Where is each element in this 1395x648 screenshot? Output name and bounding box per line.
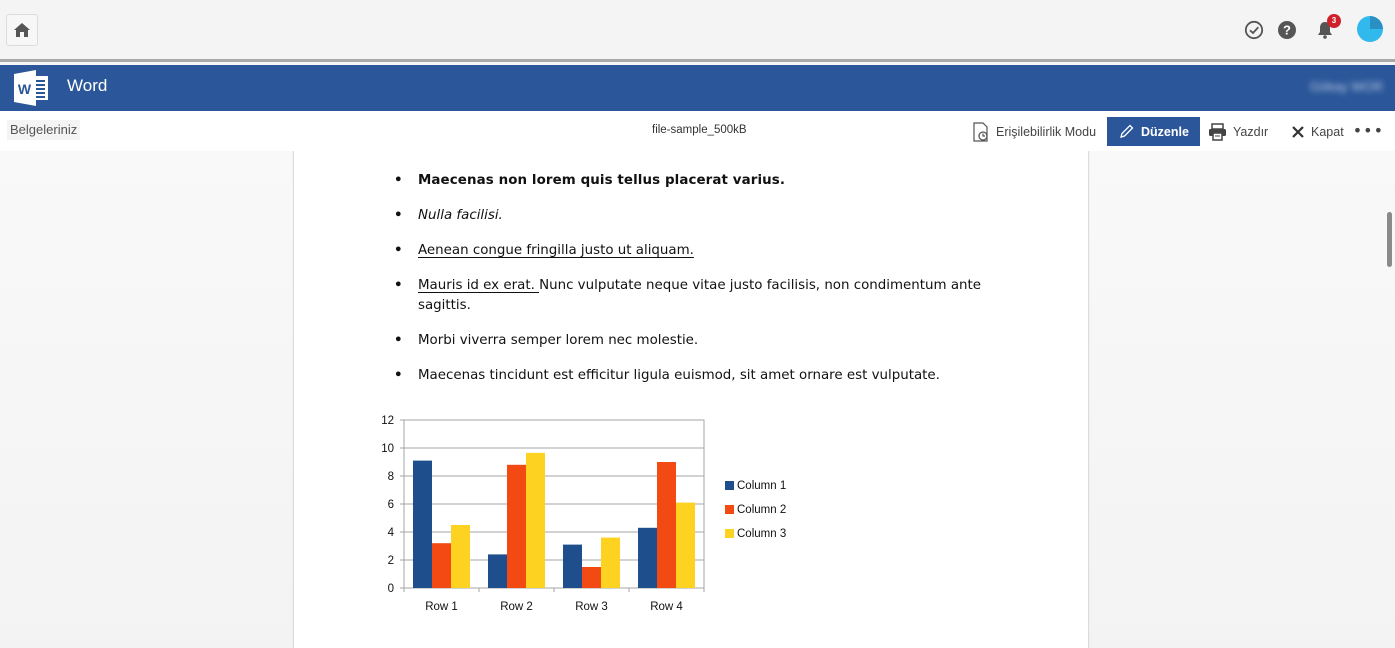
y-tick-label: 0 — [388, 583, 394, 595]
list-item-underlined-text: Mauris id ex erat. — [418, 278, 540, 293]
list-item-text: Maecenas non lorem quis tellus placerat … — [418, 173, 786, 188]
bar-column-3-row-2 — [526, 452, 545, 588]
print-button[interactable]: Yazdır — [1208, 117, 1268, 146]
x-tick-label: Row 1 — [425, 601, 458, 613]
bar-column-1-row-1 — [413, 460, 432, 588]
accessibility-document-icon — [973, 121, 988, 142]
bar-column-2-row-1 — [432, 543, 451, 588]
y-tick-label: 12 — [381, 415, 394, 427]
top-bar: ? 3 — [0, 0, 1395, 62]
x-tick-label: Row 4 — [650, 601, 683, 613]
pencil-icon — [1120, 124, 1134, 138]
list-item-text: Aenean congue fringilla justo ut aliquam… — [418, 243, 694, 258]
close-label: Kapat — [1311, 124, 1344, 139]
breadcrumb-documents[interactable]: Belgeleriniz — [7, 120, 81, 140]
app-name: Word — [67, 76, 108, 95]
bar-column-1-row-3 — [563, 544, 582, 588]
avatar[interactable] — [1357, 16, 1383, 42]
legend-swatch — [725, 529, 734, 538]
app-bar: W Word Gökay WOR — [0, 65, 1395, 111]
legend-swatch — [725, 481, 734, 490]
y-tick-label: 8 — [388, 471, 394, 483]
legend-swatch — [725, 505, 734, 514]
list-item: Aenean congue fringilla justo ut aliquam… — [394, 241, 1014, 261]
check-circle-icon[interactable] — [1244, 20, 1264, 40]
list-item: Morbi viverra semper lorem nec molestie. — [394, 331, 1014, 351]
list-item: Maecenas non lorem quis tellus placerat … — [394, 171, 1014, 191]
bar-column-3-row-4 — [676, 502, 695, 588]
bar-column-2-row-4 — [657, 462, 676, 588]
document-title: file-sample_500kB — [652, 124, 747, 136]
accessibility-mode-label: Erişilebilirlik Modu — [996, 124, 1097, 139]
home-icon — [14, 23, 30, 37]
close-icon — [1292, 125, 1304, 138]
accessibility-mode-button[interactable]: Erişilebilirlik Modu — [972, 117, 1096, 146]
user-name[interactable]: Gökay WOR — [1310, 79, 1383, 94]
document-page: Maecenas non lorem quis tellus placerat … — [293, 151, 1089, 648]
x-tick-label: Row 2 — [500, 601, 533, 613]
x-tick-label: Row 3 — [575, 601, 608, 613]
list-item-text: Maecenas tincidunt est efficitur ligula … — [418, 368, 940, 383]
svg-text:?: ? — [1283, 23, 1291, 38]
list-item: Maecenas tincidunt est efficitur ligula … — [394, 366, 1014, 386]
list-item: Nulla facilisi. — [394, 206, 1014, 226]
bar-column-1-row-2 — [488, 554, 507, 588]
word-logo-icon: W — [14, 70, 48, 106]
top-icons: ? 3 — [1235, 14, 1395, 46]
more-options-button[interactable]: ••• — [1353, 123, 1384, 139]
vertical-scrollbar-thumb[interactable] — [1387, 212, 1392, 267]
svg-text:W: W — [18, 81, 32, 97]
command-bar: Belgeleriniz file-sample_500kB Erişilebi… — [0, 111, 1395, 151]
bullet-list: Maecenas non lorem quis tellus placerat … — [394, 171, 1014, 401]
close-button[interactable]: Kapat — [1291, 117, 1344, 146]
bar-column-1-row-4 — [638, 527, 657, 588]
y-tick-label: 4 — [388, 527, 395, 539]
print-label: Yazdır — [1233, 124, 1269, 139]
bar-column-2-row-2 — [507, 464, 526, 588]
legend-label: Column 3 — [737, 528, 786, 540]
document-canvas: Maecenas non lorem quis tellus placerat … — [0, 151, 1395, 648]
column-chart: 0 2 4 6 8 10 12 Row 1 Row 2 Row 3 Row 4 Column 1 Col… — [381, 415, 786, 613]
notifications-button[interactable]: 3 — [1315, 14, 1341, 40]
legend-label: Column 2 — [737, 504, 786, 516]
list-item-text: Morbi viverra semper lorem nec molestie. — [418, 333, 699, 348]
bar-column-3-row-3 — [601, 537, 620, 588]
bar-column-3-row-1 — [451, 525, 470, 588]
edit-button[interactable]: Düzenle — [1107, 117, 1200, 146]
edit-label: Düzenle — [1141, 124, 1189, 139]
y-tick-label: 6 — [388, 499, 394, 511]
bar-column-2-row-3 — [582, 567, 601, 588]
list-item-text: Nulla facilisi. — [418, 208, 503, 223]
legend-label: Column 1 — [737, 480, 786, 492]
help-icon[interactable]: ? — [1277, 20, 1297, 40]
home-button[interactable] — [6, 14, 38, 46]
y-tick-label: 2 — [388, 555, 394, 567]
notification-badge: 3 — [1327, 14, 1341, 28]
y-tick-label: 10 — [381, 443, 394, 455]
list-item: Mauris id ex erat. Nunc vulputate neque … — [394, 276, 1014, 316]
printer-icon — [1209, 122, 1226, 141]
